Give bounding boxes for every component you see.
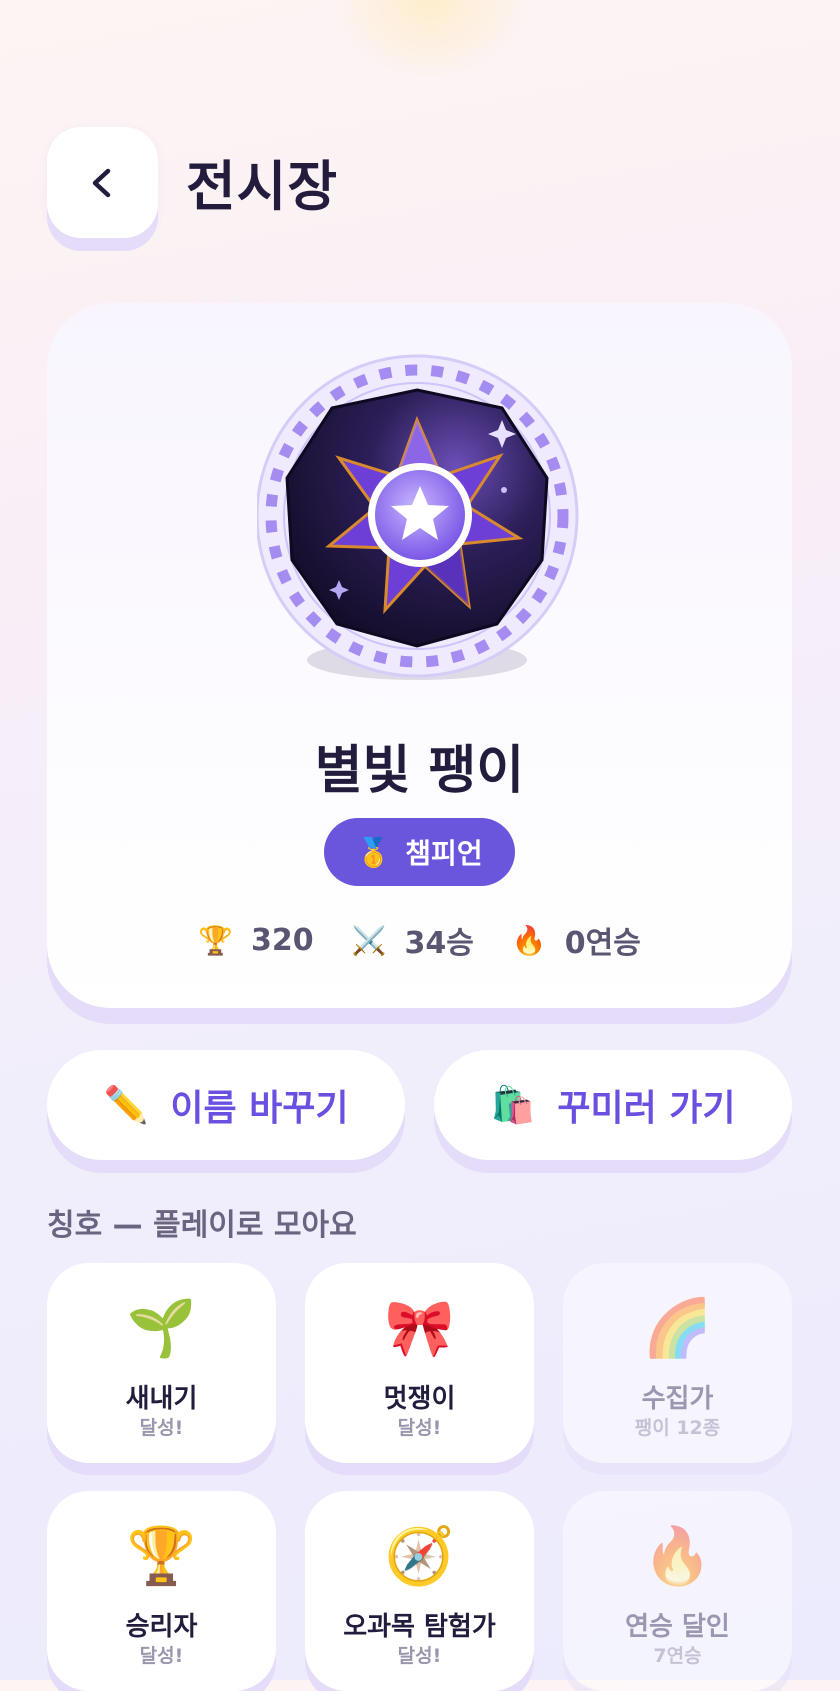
titles-section-label: 칭호 — 플레이로 모아요 (47, 1208, 357, 1243)
profile-name: 별빛 팽이 (314, 741, 525, 801)
fire-icon: 🔥 (511, 923, 547, 957)
stat-streak: 🔥 0연승 (512, 918, 641, 962)
title-name: 수집가 (641, 1384, 714, 1414)
chevron-left-icon (92, 168, 110, 197)
back-button[interactable] (47, 127, 158, 238)
background-glow (330, 0, 530, 80)
title-status: 달성! (139, 1645, 184, 1667)
stat-value: 0연승 (564, 926, 641, 961)
fire-icon: 🔥 (642, 1524, 713, 1589)
rename-button[interactable]: ✏️ 이름 바꾸기 (47, 1050, 405, 1160)
pencil-icon: ✏️ (103, 1085, 149, 1126)
trophy-icon: 🏆 (198, 923, 234, 957)
decorate-button[interactable]: 🛍️ 꾸미러 가기 (434, 1050, 792, 1160)
stat-value: 320 (251, 922, 314, 958)
title-tile-fashionista[interactable]: 🎀 멋쟁이 달성! (305, 1263, 534, 1463)
stat-wins: ⚔️ 34승 (352, 918, 474, 962)
title-name: 오과목 탐험가 (343, 1612, 496, 1642)
rainbow-icon: 🌈 (642, 1296, 713, 1361)
title-status: 달성! (397, 1417, 442, 1439)
rename-button-label: 이름 바꾸기 (170, 1088, 349, 1129)
title-tile-collector[interactable]: 🌈 수집가 팽이 12종 (563, 1263, 792, 1463)
star-spinner-emblem-icon[interactable] (257, 348, 597, 688)
title-name: 새내기 (125, 1384, 198, 1414)
title-tile-explorer[interactable]: 🧭 오과목 탐험가 달성! (305, 1491, 534, 1691)
title-name: 연승 달인 (625, 1612, 730, 1642)
title-status: 달성! (397, 1645, 442, 1667)
ribbon-icon: 🎀 (384, 1296, 455, 1361)
sprout-icon: 🌱 (126, 1296, 197, 1361)
compass-icon: 🧭 (384, 1524, 455, 1589)
rank-badge: 🥇 챔피언 (324, 818, 515, 886)
title-tile-winner[interactable]: 🏆 승리자 달성! (47, 1491, 276, 1691)
trophy-icon: 🏆 (126, 1524, 197, 1589)
profile-stats: 🏆 320 ⚔️ 34승 🔥 0연승 (47, 918, 792, 962)
title-status: 팽이 12종 (634, 1417, 721, 1439)
title-status: 7연승 (653, 1645, 702, 1667)
stat-value: 34승 (404, 926, 474, 961)
title-name: 승리자 (125, 1612, 198, 1642)
page-title: 전시장 (186, 155, 339, 218)
shopping-bags-icon: 🛍️ (490, 1085, 536, 1126)
title-status: 달성! (139, 1417, 184, 1439)
profile-card: 별빛 팽이 🥇 챔피언 🏆 320 ⚔️ 34승 🔥 0연승 (47, 303, 792, 1008)
rank-label: 챔피언 (405, 837, 483, 870)
medal-icon: 🥇 (356, 835, 392, 869)
decorate-button-label: 꾸미러 가기 (557, 1088, 736, 1129)
title-tile-streak-master[interactable]: 🔥 연승 달인 7연승 (563, 1491, 792, 1691)
stat-trophies: 🏆 320 (198, 918, 314, 962)
title-tile-newbie[interactable]: 🌱 새내기 달성! (47, 1263, 276, 1463)
title-name: 멋쟁이 (383, 1384, 456, 1414)
crossed-swords-icon: ⚔️ (351, 923, 387, 957)
